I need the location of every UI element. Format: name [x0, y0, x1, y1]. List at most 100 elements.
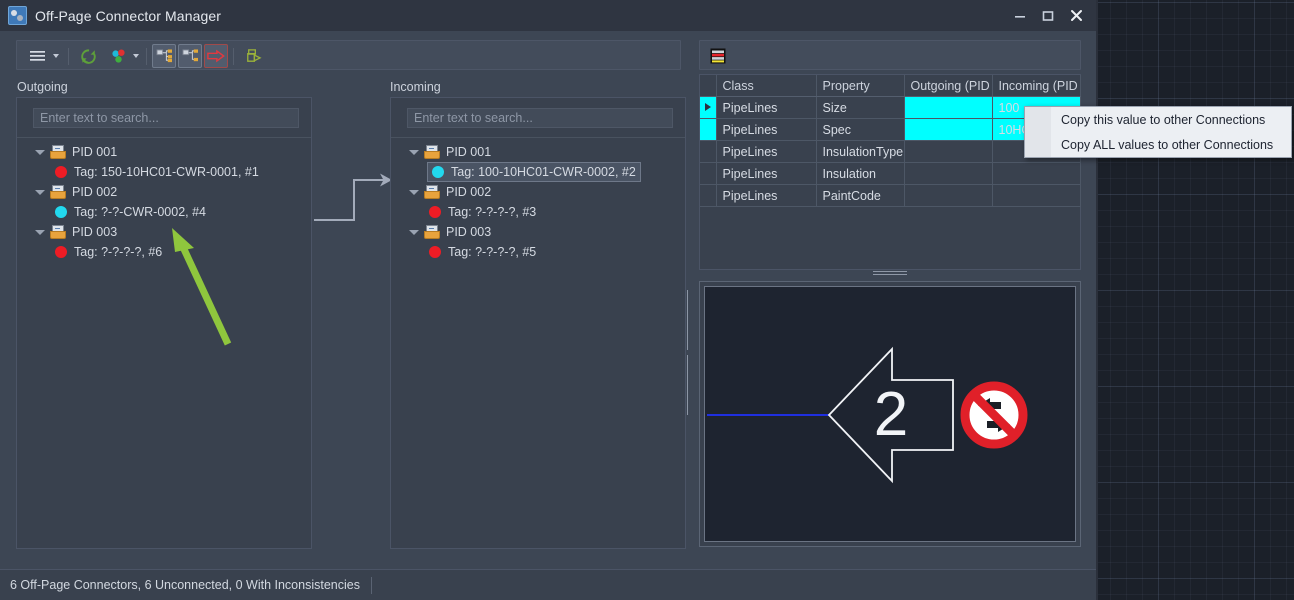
outgoing-search-wrap: Enter text to search...	[17, 98, 311, 138]
left-toolbar	[16, 40, 681, 70]
table-cell-property[interactable]: InsulationType	[816, 140, 905, 163]
table-cell-incoming[interactable]	[992, 184, 1081, 207]
table-header-cell[interactable]: Incoming (PID ...	[992, 75, 1081, 97]
table-cell-outgoing[interactable]	[904, 96, 993, 119]
red-arrow-icon	[207, 49, 225, 63]
toolbar-separator-1	[68, 48, 69, 65]
copy-context-menu: Copy this value to other Connections Cop…	[1024, 106, 1292, 158]
refresh-button[interactable]	[75, 44, 101, 68]
status-dot-unconnected	[55, 166, 67, 178]
row-marker-cell[interactable]	[700, 96, 717, 119]
table-cell-outgoing[interactable]	[904, 118, 993, 141]
tree-node-tag[interactable]: Tag: 150-10HC01-CWR-0001, #1	[17, 162, 311, 182]
table-cell-outgoing[interactable]	[904, 162, 993, 185]
tree-node-pid[interactable]: PID 003	[391, 222, 685, 242]
incoming-column-label: Incoming	[390, 80, 441, 94]
tree-node-tag-wrap: Tag: 150-10HC01-CWR-0001, #1	[17, 162, 311, 182]
table-cell-property[interactable]: Insulation	[816, 162, 905, 185]
table-header-cell[interactable]: Property	[816, 75, 905, 97]
tree-collapse-button[interactable]	[178, 44, 202, 68]
arrow-button[interactable]	[204, 44, 228, 68]
tag-label: Tag: ?-?-CWR-0002, #4	[74, 205, 207, 219]
table-cell-property[interactable]: Spec	[816, 118, 905, 141]
menu-button[interactable]	[25, 44, 51, 68]
color-legend-button[interactable]	[706, 44, 730, 68]
tree-node-tag-wrap: Tag: ?-?-?-?, #3	[391, 202, 685, 222]
expand-triangle-icon[interactable]	[409, 149, 419, 155]
expand-triangle-icon[interactable]	[409, 229, 419, 235]
tree-node-tag[interactable]: Tag: ?-?-?-?, #5	[391, 242, 685, 262]
expand-triangle-icon[interactable]	[409, 189, 419, 195]
incoming-tree-body: PID 001 Tag: 100-10HC01-CWR-0002, #2 PID 0…	[391, 138, 685, 262]
menu-dropdown-caret[interactable]	[50, 44, 62, 68]
close-button[interactable]	[1062, 2, 1090, 30]
status-text: 6 Off-Page Connectors, 6 Unconnected, 0 …	[10, 578, 360, 592]
table-cell-class[interactable]: PipeLines	[716, 184, 817, 207]
color-legend-icon	[710, 48, 726, 64]
table-cell-incoming[interactable]	[992, 162, 1081, 185]
pid-drawing-icon	[424, 185, 441, 199]
tree-node-tag[interactable]: Tag: ?-?-?-?, #6	[17, 242, 311, 262]
table-header-cell[interactable]: Class	[716, 75, 817, 97]
property-comparison-grid: ClassPropertyOutgoing (PID ...Incoming (…	[699, 74, 1081, 270]
table-header-marker[interactable]	[700, 75, 717, 97]
table-row[interactable]: PipeLines InsulationType	[700, 140, 1081, 163]
table-row[interactable]: PipeLines PaintCode	[700, 184, 1081, 207]
table-cell-class[interactable]: PipeLines	[716, 140, 817, 163]
horizontal-splitter-handle[interactable]	[873, 271, 907, 277]
table-row[interactable]: PipeLines Insulation	[700, 162, 1081, 185]
outgoing-tree-panel: Enter text to search... PID 001 Tag: 150-…	[16, 97, 312, 549]
tree-expand-button[interactable]	[152, 44, 176, 68]
row-marker-cell[interactable]	[700, 140, 717, 163]
table-cell-class[interactable]: PipeLines	[716, 162, 817, 185]
menu-item-copy-all-values[interactable]: Copy ALL values to other Connections	[1025, 132, 1291, 157]
panel-scroll-handle[interactable]	[687, 290, 691, 415]
colors-dropdown-caret[interactable]	[130, 44, 142, 68]
row-marker-cell[interactable]	[700, 118, 717, 141]
incoming-search-input[interactable]: Enter text to search...	[407, 108, 673, 128]
tree-node-tag[interactable]: Tag: ?-?-CWR-0002, #4	[17, 202, 311, 222]
expand-triangle-icon[interactable]	[35, 149, 45, 155]
tree-node-tag-wrap: Tag: ?-?-?-?, #5	[391, 242, 685, 262]
colors-button[interactable]	[105, 44, 131, 68]
table-row[interactable]: PipeLines Size 100	[700, 96, 1081, 119]
table-cell-outgoing[interactable]	[904, 140, 993, 163]
table-cell-class[interactable]: PipeLines	[716, 96, 817, 119]
pid-drawing-icon	[50, 145, 67, 159]
status-dot-unconnected	[429, 206, 441, 218]
tree-single-branch-icon	[182, 48, 198, 61]
minimize-button[interactable]	[1006, 2, 1034, 30]
tree-node-pid[interactable]: PID 003	[17, 222, 311, 242]
table-header-cell[interactable]: Outgoing (PID ...	[904, 75, 993, 97]
maximize-button[interactable]	[1034, 2, 1062, 30]
chevron-down-icon	[133, 54, 139, 58]
hamburger-menu-icon	[30, 51, 45, 61]
table-cell-outgoing[interactable]	[904, 184, 993, 207]
status-divider	[370, 576, 372, 594]
table-cell-class[interactable]: PipeLines	[716, 118, 817, 141]
tree-node-tag[interactable]: Tag: 100-10HC01-CWR-0002, #2	[427, 162, 641, 182]
tree-node-pid[interactable]: PID 002	[391, 182, 685, 202]
export-button[interactable]	[239, 44, 265, 68]
toolbar-separator-2	[146, 48, 147, 65]
tree-branches-icon	[156, 48, 172, 62]
connector-preview-canvas[interactable]: 2	[704, 286, 1076, 542]
row-marker-cell[interactable]	[700, 162, 717, 185]
tree-node-pid[interactable]: PID 001	[17, 142, 311, 162]
tree-node-pid[interactable]: PID 001	[391, 142, 685, 162]
table-row[interactable]: PipeLines Spec 10HC0	[700, 118, 1081, 141]
expand-triangle-icon[interactable]	[35, 229, 45, 235]
outgoing-search-input[interactable]: Enter text to search...	[33, 108, 299, 128]
status-bar: 6 Off-Page Connectors, 6 Unconnected, 0 …	[0, 569, 1096, 600]
export-connector-icon	[246, 48, 262, 62]
tree-node-pid[interactable]: PID 002	[17, 182, 311, 202]
menu-item-copy-this-value[interactable]: Copy this value to other Connections	[1025, 107, 1291, 132]
expand-triangle-icon[interactable]	[35, 189, 45, 195]
window-title: Off-Page Connector Manager	[35, 7, 222, 24]
color-dots-icon	[111, 48, 125, 63]
tree-node-tag[interactable]: Tag: ?-?-?-?, #3	[391, 202, 685, 222]
status-dot-unconnected	[429, 246, 441, 258]
table-cell-property[interactable]: PaintCode	[816, 184, 905, 207]
row-marker-cell[interactable]	[700, 184, 717, 207]
table-cell-property[interactable]: Size	[816, 96, 905, 119]
